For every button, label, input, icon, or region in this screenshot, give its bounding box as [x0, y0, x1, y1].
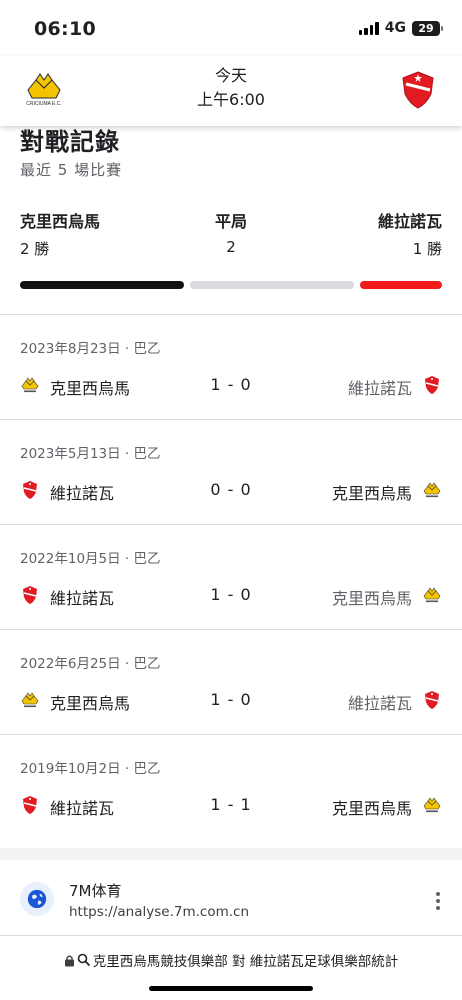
more-vert-icon[interactable]: [436, 892, 440, 910]
source-name[interactable]: 7M体育: [69, 880, 122, 901]
globe-icon: [20, 882, 54, 916]
match-row[interactable]: 2023年5月13日 · 巴乙 維拉諾瓦 0 - 0 克里西烏馬: [0, 419, 462, 524]
right-team-name: 維拉諾瓦: [347, 694, 412, 713]
match-day: 今天: [214, 66, 247, 85]
address-text[interactable]: 克里西烏馬競技俱樂部 對 維拉諾瓦足球俱樂部統計: [93, 950, 399, 970]
vila-nova-crest-icon: [422, 690, 442, 714]
status-bar: 06:10 4G 29: [0, 0, 462, 56]
criciuma-crest-icon: [422, 585, 442, 609]
criciuma-crest-icon: [422, 795, 442, 819]
vila-nova-crest-icon[interactable]: [396, 68, 440, 112]
away-team-name: 維拉諾瓦: [377, 212, 442, 231]
right-team-name: 克里西烏馬: [331, 799, 412, 818]
right-team-name: 克里西烏馬: [331, 589, 412, 608]
match-date: 2023年5月13日 · 巴乙: [20, 446, 161, 462]
match-date: 2019年10月2日 · 巴乙: [20, 761, 161, 777]
battery-icon: 29: [412, 20, 443, 36]
match-date: 2022年6月25日 · 巴乙: [20, 656, 161, 672]
match-time: 今天 上午6:00: [0, 64, 462, 112]
source-card[interactable]: 7M体育 https://analyse.7m.com.cn: [0, 860, 462, 936]
match-row[interactable]: 2022年10月5日 · 巴乙 維拉諾瓦 1 - 0 克里西烏馬: [0, 524, 462, 629]
match-row[interactable]: 2023年8月23日 · 巴乙 克里西烏馬 1 - 0 維拉諾瓦: [0, 314, 462, 419]
match-row[interactable]: 2022年6月25日 · 巴乙 克里西烏馬 1 - 0 維拉諾瓦: [0, 629, 462, 734]
draw-count: 2: [226, 238, 236, 256]
source-url[interactable]: https://analyse.7m.com.cn: [69, 904, 249, 920]
cellular-signal-icon: [358, 21, 379, 35]
home-wins-bar: [20, 281, 184, 289]
right-team-name: 維拉諾瓦: [347, 379, 412, 398]
match-row[interactable]: 2019年10月2日 · 巴乙 維拉諾瓦 1 - 1 克里西烏馬: [0, 734, 462, 839]
away-wins-bar: [360, 281, 442, 289]
lock-icon: [64, 954, 74, 966]
right-team[interactable]: 克里西烏馬: [332, 795, 442, 819]
section-divider: [0, 848, 462, 860]
away-wins: 1 勝: [412, 240, 442, 258]
search-icon: [77, 953, 90, 967]
right-team[interactable]: 克里西烏馬: [332, 585, 442, 609]
match-date: 2022年10月5日 · 巴乙: [20, 551, 161, 567]
section-subtitle: 最近 5 場比賽: [20, 161, 123, 179]
right-team-name: 克里西烏馬: [331, 484, 412, 503]
network-type: 4G: [384, 20, 406, 36]
vila-nova-crest-icon: [422, 375, 442, 399]
match-kickoff: 上午6:00: [197, 90, 265, 109]
right-team[interactable]: 克里西烏馬: [332, 480, 442, 504]
draws-bar: [190, 281, 354, 289]
battery-level: 29: [418, 21, 434, 35]
criciuma-crest-icon: [422, 480, 442, 504]
match-date: 2023年8月23日 · 巴乙: [20, 341, 161, 357]
right-team[interactable]: 維拉諾瓦: [348, 690, 442, 714]
section-title: 對戰記錄: [20, 128, 120, 156]
right-team[interactable]: 維拉諾瓦: [348, 375, 442, 399]
status-time: 06:10: [34, 18, 96, 40]
home-indicator[interactable]: [149, 986, 313, 991]
match-header[interactable]: CRICIUMA E.C. 今天 上午6:00: [0, 56, 462, 126]
status-indicators: 4G 29: [358, 20, 443, 36]
